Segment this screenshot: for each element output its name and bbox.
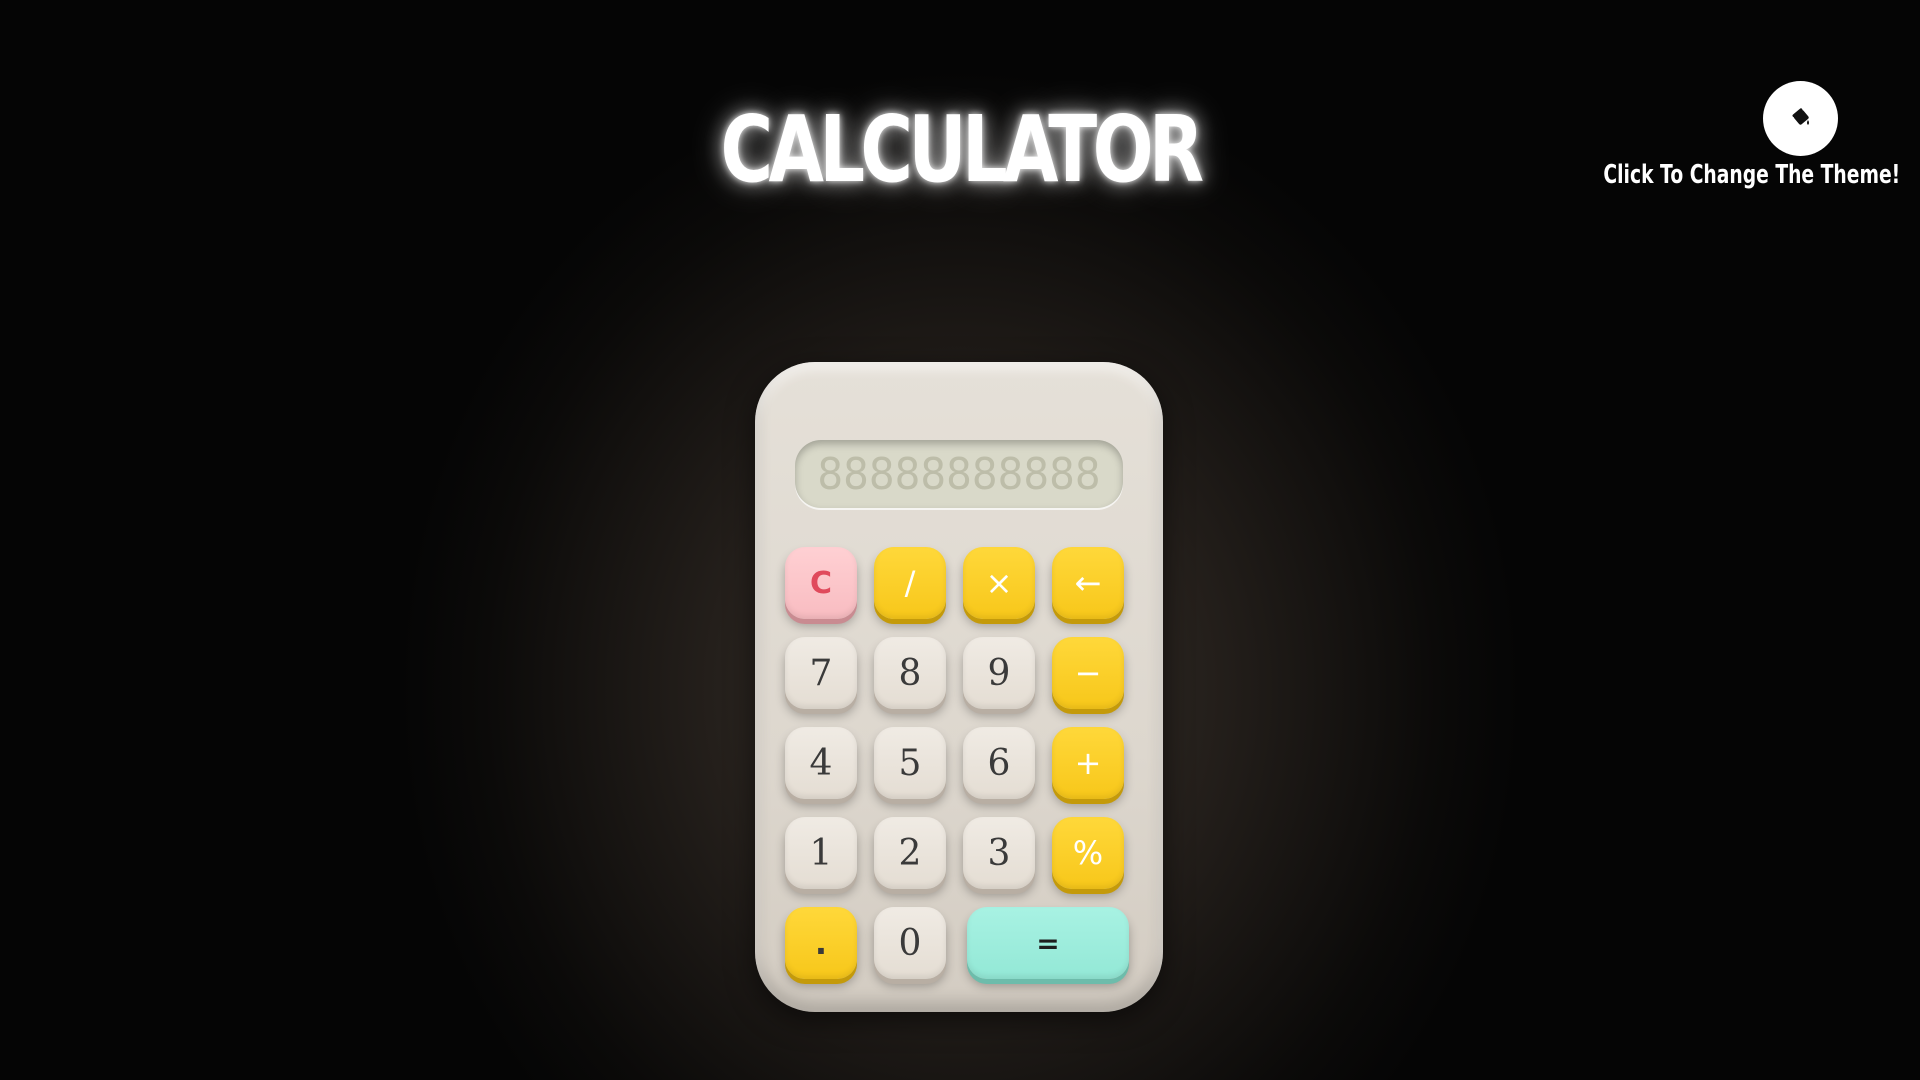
digit-9-button[interactable]: 9 — [963, 637, 1035, 709]
display-value: 88888888888 — [817, 448, 1101, 500]
multiply-button[interactable]: × — [963, 547, 1035, 619]
decimal-point-button[interactable]: . — [785, 907, 857, 979]
percent-button[interactable]: % — [1052, 817, 1124, 889]
calculator-display: 88888888888 — [795, 440, 1123, 508]
plus-button[interactable]: + — [1052, 727, 1124, 799]
backspace-button[interactable]: ← — [1052, 547, 1124, 619]
digit-7-button[interactable]: 7 — [785, 637, 857, 709]
divide-button[interactable]: / — [874, 547, 946, 619]
paint-bucket-icon — [1788, 104, 1814, 133]
theme-toggle-button[interactable] — [1763, 81, 1838, 156]
calculator-body: 88888888888 C / × ← 7 8 9 − 4 5 6 + 1 2 … — [755, 362, 1163, 1012]
minus-button[interactable]: − — [1052, 637, 1124, 709]
digit-1-button[interactable]: 1 — [785, 817, 857, 889]
equals-button[interactable]: = — [967, 907, 1129, 979]
digit-5-button[interactable]: 5 — [874, 727, 946, 799]
digit-8-button[interactable]: 8 — [874, 637, 946, 709]
clear-button[interactable]: C — [785, 547, 857, 619]
digit-6-button[interactable]: 6 — [963, 727, 1035, 799]
digit-4-button[interactable]: 4 — [785, 727, 857, 799]
page-title: CALCULATOR — [720, 96, 1205, 203]
digit-2-button[interactable]: 2 — [874, 817, 946, 889]
digit-0-button[interactable]: 0 — [874, 907, 946, 979]
digit-3-button[interactable]: 3 — [963, 817, 1035, 889]
theme-hint-label: Click To Change The Theme! — [1603, 160, 1901, 190]
